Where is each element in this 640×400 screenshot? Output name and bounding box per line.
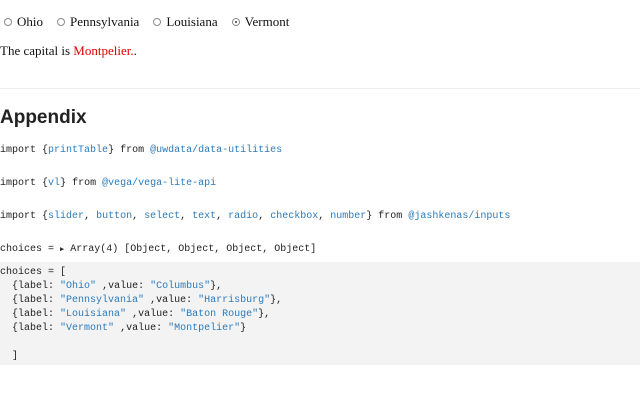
from-keyword: from	[72, 178, 97, 189]
radio-option-pennsylvania[interactable]: Pennsylvania	[53, 14, 139, 30]
radio-label-louisiana: Louisiana	[166, 14, 218, 29]
import-cell-inputs: import {slider, button, select, text, ra…	[0, 211, 511, 222]
radio-label-ohio: Ohio	[17, 14, 43, 29]
capital-prefix: The capital is	[0, 43, 74, 58]
choice-value-string: "Harrisburg"	[198, 295, 271, 306]
radio-option-vermont[interactable]: Vermont	[228, 14, 290, 30]
import-module-link[interactable]: @vega/vega-lite-api	[102, 178, 216, 189]
row-tail: },	[210, 281, 223, 292]
choice-label-string: "Louisiana"	[60, 309, 127, 320]
radio-label-pennsylvania: Pennsylvania	[70, 14, 140, 29]
import-keyword: import	[0, 178, 37, 189]
expand-triangle-icon[interactable]: ▶	[60, 246, 64, 254]
capital-output: The capital is Montpelier..	[0, 43, 137, 59]
radio-button-pennsylvania[interactable]	[57, 18, 65, 26]
radio-option-louisiana[interactable]: Louisiana	[149, 14, 218, 30]
row-tail: }	[240, 323, 247, 334]
capital-city: Montpelier.	[73, 43, 134, 58]
state-radio-group: Ohio Pennsylvania Louisiana Vermont	[0, 12, 299, 32]
radio-button-louisiana[interactable]	[153, 18, 162, 26]
import-keyword: import	[0, 211, 37, 222]
radio-label-vermont: Vermont	[244, 14, 290, 29]
from-keyword: from	[120, 145, 145, 156]
brace-close: }	[60, 178, 67, 189]
from-keyword: from	[378, 211, 403, 222]
import-module-link[interactable]: @uwdata/data-utilities	[150, 145, 282, 156]
import-cell-data-utilities: import {printTable} from @uwdata/data-ut…	[0, 145, 282, 156]
capital-suffix: .	[133, 43, 137, 58]
import-name: radio	[228, 211, 259, 222]
brace-close: }	[366, 211, 373, 222]
choices-code-text: choices = [ {label: "Ohio" ,value: "Colu…	[0, 267, 283, 362]
radio-button-ohio[interactable]	[4, 18, 12, 26]
import-cell-vega-lite-api: import {vl} from @vega/vega-lite-api	[0, 178, 216, 189]
choice-label-string: "Pennsylvania"	[60, 295, 145, 306]
choice-label-string: "Ohio"	[60, 281, 97, 292]
choices-summary-output: choices = ▶ Array(4) [Object, Object, Ob…	[0, 244, 316, 255]
choices-summary-value[interactable]: Array(4) [Object, Object, Object, Object…	[70, 244, 316, 255]
radio-option-ohio[interactable]: Ohio	[0, 14, 43, 30]
import-name: select	[144, 211, 181, 222]
code-line-choices-open: choices = [	[0, 267, 67, 278]
import-name: button	[96, 211, 133, 222]
radio-button-vermont[interactable]	[231, 18, 240, 26]
brace-close: }	[108, 145, 115, 156]
appendix-heading: Appendix	[0, 107, 87, 128]
choice-value-string: "Baton Rouge"	[180, 309, 259, 320]
section-divider	[0, 88, 640, 89]
import-name: number	[330, 211, 367, 222]
import-name: vl	[48, 178, 61, 189]
import-module-link[interactable]: @jashkenas/inputs	[408, 211, 510, 222]
choices-summary-lhs: choices =	[0, 244, 61, 255]
import-name: checkbox	[270, 211, 319, 222]
choice-value-string: "Montpelier"	[168, 323, 241, 334]
row-tail: },	[258, 309, 271, 320]
import-name: text	[192, 211, 217, 222]
row-tail: },	[270, 295, 283, 306]
choice-label-string: "Vermont"	[60, 323, 115, 334]
import-name: slider	[48, 211, 85, 222]
import-name: printTable	[48, 145, 109, 156]
code-line-choices-close: ]	[12, 351, 19, 362]
import-keyword: import	[0, 145, 37, 156]
choice-value-string: "Columbus"	[150, 281, 211, 292]
